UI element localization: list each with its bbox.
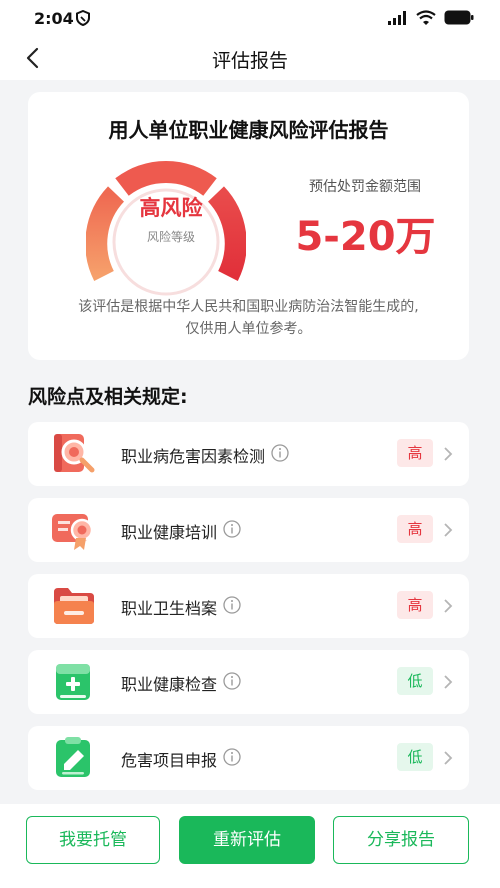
risk-item-label: 职业健康培训 (121, 523, 218, 542)
status-time: 2:04 (34, 9, 74, 28)
risk-level-badge: 高 (397, 591, 433, 619)
nav-bar: 评估报告 (0, 36, 500, 80)
risk-level-badge: 高 (397, 439, 433, 467)
certificate-icon (52, 514, 94, 550)
risk-section-title: 风险点及相关规定: (28, 386, 188, 408)
info-icon[interactable] (223, 520, 241, 538)
status-bar: 2:04 (0, 0, 500, 36)
risk-level-caption: 风险等级 (146, 230, 195, 244)
medical-book-icon (56, 664, 90, 700)
risk-item-label: 危害项目申报 (121, 751, 218, 770)
reassess-button[interactable]: 重新评估 (179, 816, 315, 864)
chevron-right-icon (444, 675, 453, 689)
fine-range-label: 预估处罚金额范围 (309, 179, 421, 195)
chevron-right-icon (444, 599, 453, 613)
custody-button[interactable]: 我要托管 (26, 816, 160, 864)
folder-icon (54, 588, 94, 624)
risk-item-label: 职业卫生档案 (121, 599, 218, 618)
gauge-center: 高风险 风险等级 (132, 192, 210, 245)
info-icon[interactable] (223, 596, 241, 614)
shield-icon (76, 10, 90, 26)
risk-item-hygiene-archive[interactable]: 职业卫生档案 高 (28, 574, 469, 638)
report-note-line1: 该评估是根据中华人民共和国职业病防治法智能生成的, (78, 299, 419, 315)
report-card: 用人单位职业健康风险评估报告 高风险 风险等级 预估处罚金额范围 5-20万 该… (28, 92, 469, 360)
bottom-action-bar: 我要托管 重新评估 分享报告 (0, 804, 500, 888)
info-icon[interactable] (271, 444, 289, 462)
risk-item-health-training[interactable]: 职业健康培训 高 (28, 498, 469, 562)
report-note: 该评估是根据中华人民共和国职业病防治法智能生成的, 仅供用人单位参考。 (58, 296, 439, 340)
chevron-right-icon (444, 751, 453, 765)
clipboard-pen-icon (56, 737, 90, 777)
risk-item-hazard-declaration[interactable]: 危害项目申报 低 (28, 726, 469, 790)
magnifier-report-icon (54, 434, 95, 473)
fine-range-value: 5-20万 (295, 214, 436, 260)
signal-icon (388, 10, 406, 25)
risk-item-label: 职业健康检查 (121, 675, 218, 694)
risk-item-label: 职业病危害因素检测 (121, 447, 266, 466)
report-note-line2: 仅供用人单位参考。 (185, 321, 312, 337)
risk-level-badge: 低 (397, 667, 433, 695)
info-icon[interactable] (223, 748, 241, 766)
risk-level-label: 高风险 (139, 196, 203, 220)
page-title: 评估报告 (211, 50, 288, 72)
risk-item-health-checkup[interactable]: 职业健康检查 低 (28, 650, 469, 714)
battery-icon (444, 10, 474, 25)
share-report-button[interactable]: 分享报告 (333, 816, 469, 864)
report-title: 用人单位职业健康风险评估报告 (108, 118, 389, 142)
chevron-right-icon (444, 523, 453, 537)
info-icon[interactable] (223, 672, 241, 690)
risk-level-badge: 高 (397, 515, 433, 543)
risk-level-badge: 低 (397, 743, 433, 771)
risk-item-hazard-detection[interactable]: 职业病危害因素检测 高 (28, 422, 469, 486)
chevron-right-icon (444, 447, 453, 461)
wifi-icon (416, 10, 436, 25)
